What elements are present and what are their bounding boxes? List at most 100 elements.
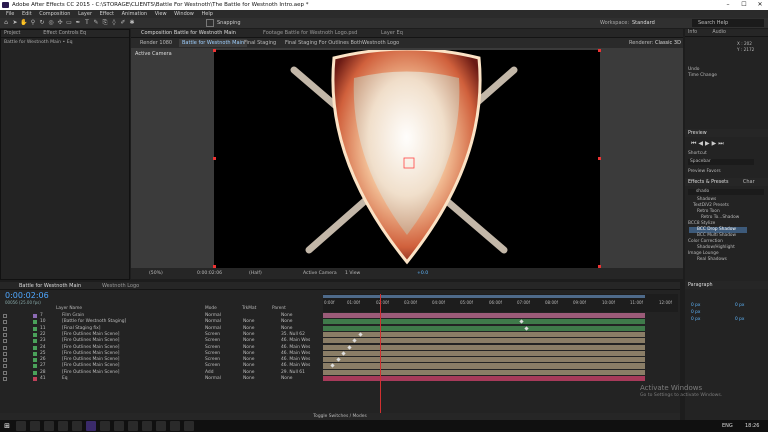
- layer-trkmat[interactable]: None: [243, 351, 254, 357]
- eraser-tool-icon[interactable]: ◊: [110, 19, 118, 27]
- layer-duration-bar[interactable]: [323, 331, 645, 338]
- home-icon[interactable]: ⌂: [2, 19, 10, 27]
- paragraph-space-before[interactable]: 0 px: [691, 317, 700, 322]
- clone-tool-icon[interactable]: ⎘: [101, 19, 109, 27]
- layer-duration-bar[interactable]: [323, 376, 645, 382]
- taskbar-app-icon[interactable]: [44, 421, 54, 431]
- search-help-input[interactable]: Search Help: [692, 19, 764, 27]
- layer-duration-bar[interactable]: [323, 363, 645, 369]
- layer-name[interactable]: Eq: [62, 376, 68, 382]
- paragraph-indent-left[interactable]: 0 px: [691, 303, 700, 308]
- layer-name[interactable]: [Final Staging fix]: [62, 326, 100, 332]
- layer-parent[interactable]: None: [281, 326, 292, 332]
- effect-item[interactable]: Shadows: [697, 197, 716, 202]
- menu-edit[interactable]: Edit: [22, 11, 32, 17]
- comp-tab-main[interactable]: Battle for Westnoth Main: [179, 39, 248, 47]
- visibility-eye-icon[interactable]: [3, 351, 7, 356]
- layer-row[interactable]: 28 [Fire Outlines Main Scene] Add None 29. N…: [0, 370, 322, 376]
- pen-tool-icon[interactable]: ✒: [74, 19, 82, 27]
- puppet-tool-icon[interactable]: ✱: [128, 19, 136, 27]
- exposure-value[interactable]: +0.0: [417, 268, 428, 279]
- menu-composition[interactable]: Composition: [39, 11, 70, 17]
- brush-tool-icon[interactable]: ✎: [92, 19, 100, 27]
- taskbar-app-icon[interactable]: [142, 421, 152, 431]
- paragraph-space-after[interactable]: 0 px: [735, 317, 744, 322]
- layer-parent[interactable]: 46. Main Wes: [281, 351, 310, 357]
- layer-row[interactable]: 23 [Fire Outlines Main Scene] Screen None 46…: [0, 338, 322, 344]
- layer-mode[interactable]: Screen: [205, 332, 220, 338]
- layer-trkmat[interactable]: None: [243, 376, 254, 382]
- visibility-eye-icon[interactable]: [3, 358, 7, 363]
- layer-trkmat[interactable]: None: [243, 345, 254, 351]
- taskbar-app-icon[interactable]: [114, 421, 124, 431]
- label-color-swatch[interactable]: [33, 332, 37, 337]
- timeline-tab-main[interactable]: Battle for Westnoth Main: [19, 283, 81, 289]
- taskbar-app-icon[interactable]: [128, 421, 138, 431]
- snapping-checkbox[interactable]: [206, 19, 214, 27]
- paragraph-tab[interactable]: Paragraph: [688, 283, 713, 288]
- layer-name[interactable]: [Fire Outlines Main Scene]: [62, 370, 120, 376]
- maximize-button[interactable]: ☐: [736, 0, 752, 10]
- layer-row[interactable]: 10 [Battle for Westnoth Staging] Normal Non…: [0, 319, 322, 325]
- layer-trkmat[interactable]: None: [243, 370, 254, 376]
- menu-animation[interactable]: Animation: [122, 11, 148, 17]
- layer-trkmat[interactable]: None: [243, 326, 254, 332]
- layer-duration-bar[interactable]: [323, 338, 645, 344]
- view-layout-select[interactable]: 1 View: [345, 268, 360, 279]
- composition-tab[interactable]: Composition Battle for Westnoth Main: [141, 30, 236, 36]
- layer-trkmat[interactable]: None: [243, 319, 254, 325]
- taskbar-app-icon[interactable]: [170, 421, 180, 431]
- effect-item[interactable]: Color Correction: [688, 239, 723, 244]
- layer-name[interactable]: [Fire Outlines Main Scene]: [62, 351, 120, 357]
- clock[interactable]: 18:26: [745, 423, 759, 429]
- layer-name-header[interactable]: Layer Name: [56, 306, 82, 311]
- label-color-swatch[interactable]: [33, 320, 37, 325]
- layer-row[interactable]: 24 [Fire Outlines Main Scene] Screen None 46…: [0, 345, 322, 351]
- timeline-tab-logo[interactable]: Westnoth Logo: [102, 283, 139, 289]
- resolution-select[interactable]: (Half): [249, 268, 262, 279]
- label-color-swatch[interactable]: [33, 364, 37, 369]
- rotate-tool-icon[interactable]: ↻: [38, 19, 46, 27]
- layer-duration-bar[interactable]: [323, 344, 645, 350]
- layer-duration-bar[interactable]: [323, 357, 645, 363]
- layer-parent[interactable]: None: [281, 376, 292, 382]
- roto-brush-icon[interactable]: ✐: [119, 19, 127, 27]
- taskbar-app-icon[interactable]: [156, 421, 166, 431]
- visibility-eye-icon[interactable]: [3, 332, 7, 337]
- menu-view[interactable]: View: [155, 11, 167, 17]
- layer-mode[interactable]: Normal: [205, 319, 221, 325]
- audio-tab[interactable]: Audio: [712, 30, 726, 35]
- layer-trkmat[interactable]: None: [243, 338, 254, 344]
- close-button[interactable]: ✕: [752, 0, 768, 10]
- viewer-timecode[interactable]: 0:00:02:06: [197, 268, 222, 279]
- comp-tab-final-staging[interactable]: Final Staging: [244, 40, 276, 46]
- menu-effect[interactable]: Effect: [100, 11, 114, 17]
- visibility-eye-icon[interactable]: [3, 314, 7, 318]
- taskbar-aftereffects-icon[interactable]: [86, 421, 96, 431]
- mask-tool-icon[interactable]: ▭: [65, 19, 73, 27]
- effects-search-input[interactable]: shado: [688, 189, 764, 195]
- toggle-switches-modes[interactable]: Toggle Switches / Modes: [313, 414, 367, 419]
- layer-trkmat[interactable]: None: [243, 332, 254, 338]
- layer-mode[interactable]: Screen: [205, 351, 220, 357]
- footage-tab[interactable]: Footage Battle for Westnoth Logo.psd: [263, 30, 357, 36]
- selection-tool-icon[interactable]: ➤: [11, 19, 19, 27]
- menu-help[interactable]: Help: [201, 11, 212, 17]
- layer-mode[interactable]: Screen: [205, 345, 220, 351]
- layer-row[interactable]: 22 [Fire Outlines Main Scene] Screen None 35…: [0, 332, 322, 338]
- language-indicator[interactable]: ENG: [722, 423, 733, 429]
- visibility-eye-icon[interactable]: [3, 377, 7, 381]
- bounding-handle-tr[interactable]: [598, 49, 601, 52]
- layer-parent[interactable]: 46. Main Wes: [281, 345, 310, 351]
- effect-item[interactable]: Image Lounge: [688, 251, 719, 256]
- taskbar-app-icon[interactable]: [72, 421, 82, 431]
- layer-trkmat[interactable]: None: [243, 363, 254, 369]
- layer-row[interactable]: 27 [Fire Outlines Main Scene] Screen None 46…: [0, 363, 322, 369]
- layer-parent[interactable]: 46. Main Wes: [281, 338, 310, 344]
- label-color-swatch[interactable]: [33, 370, 37, 375]
- parent-header[interactable]: Parent: [272, 306, 286, 311]
- label-color-swatch[interactable]: [33, 326, 37, 331]
- layer-row[interactable]: 11 [Final Staging fix] Normal None None: [0, 326, 322, 332]
- label-color-swatch[interactable]: [33, 345, 37, 350]
- layer-mode[interactable]: Screen: [205, 363, 220, 369]
